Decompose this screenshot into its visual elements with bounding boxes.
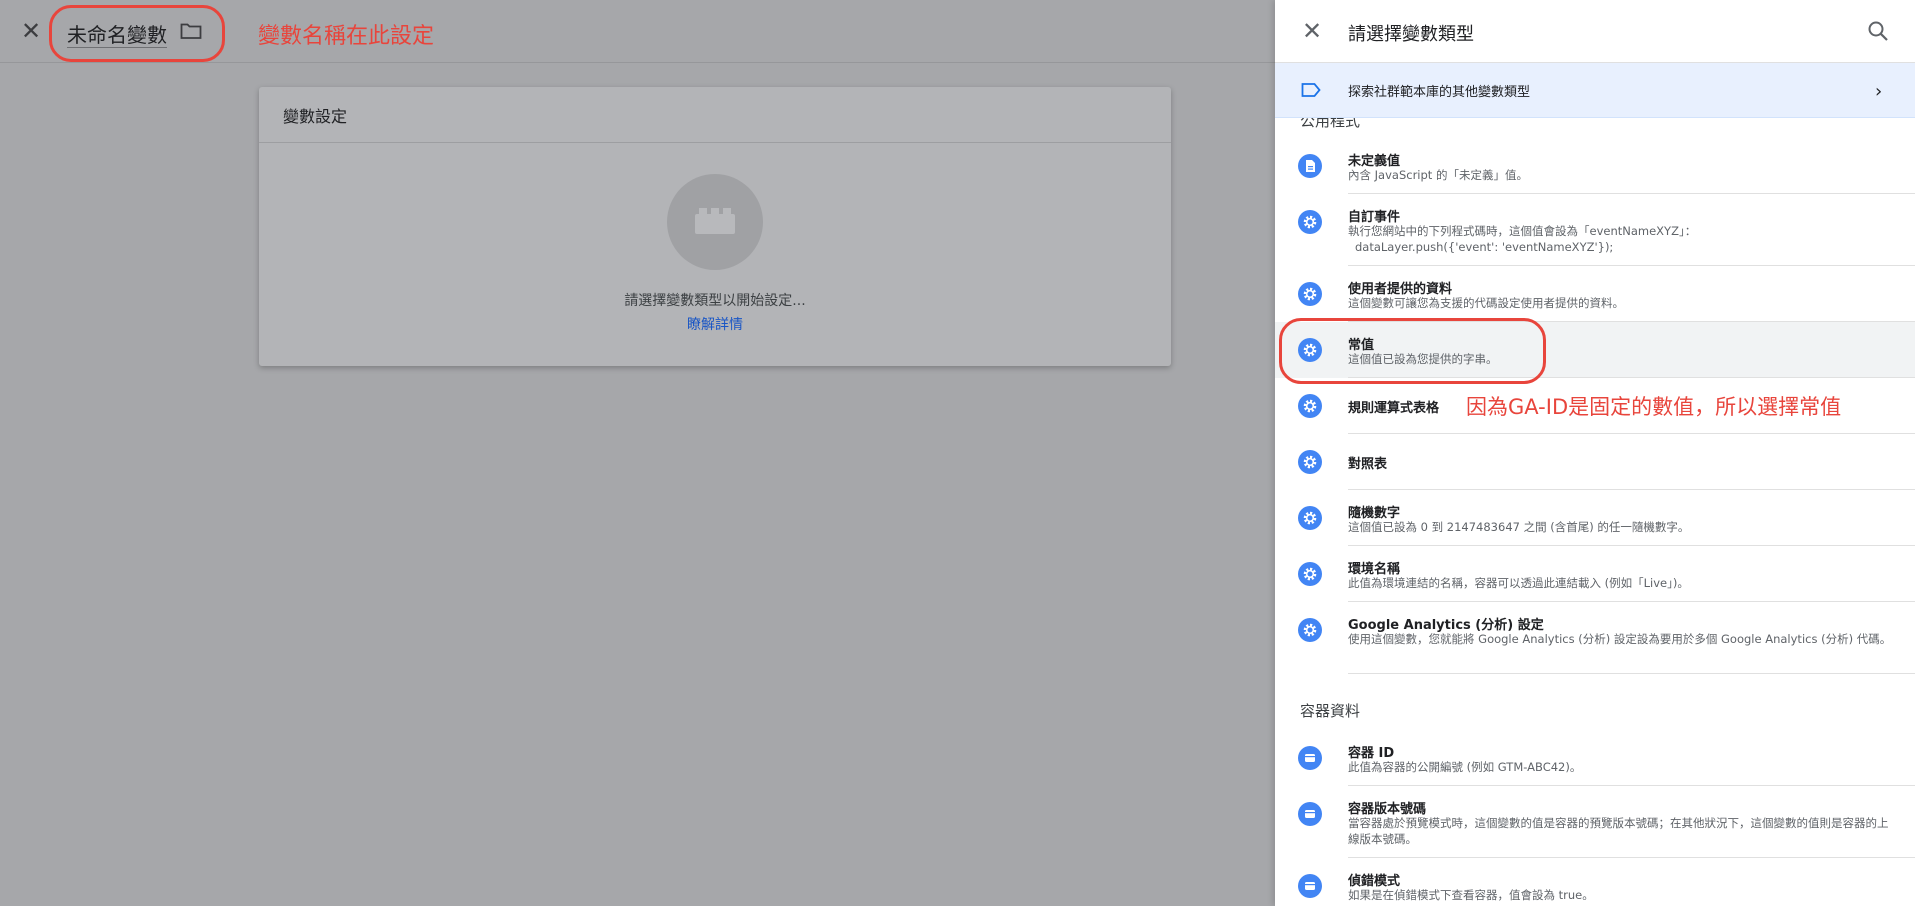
search-icon[interactable] — [1867, 20, 1889, 42]
item-code: dataLayer.push({'event': 'eventNameXYZ'}… — [1355, 240, 1614, 254]
container-icon — [1298, 746, 1322, 770]
item-desc: 使用這個變數，您就能將 Google Analytics (分析) 設定設為要用… — [1348, 632, 1892, 646]
gear-icon — [1298, 210, 1322, 234]
community-label: 探索社群範本庫的其他變數類型 — [1348, 85, 1531, 100]
learn-more-link[interactable]: 瞭解詳情 — [259, 314, 1171, 334]
variable-config-card[interactable]: 變數設定 請選擇變數類型以開始設定... 瞭解詳情 — [259, 87, 1171, 366]
item-desc: 執行您網站中的下列程式碼時，這個值會設為「eventNameXYZ」： — [1348, 224, 1697, 238]
list-item-container-version[interactable]: 容器版本號碼 當容器處於預覽模式時，這個變數的值是容器的預覽版本號碼；在其他狀況… — [1275, 786, 1915, 858]
item-desc: 這個變數可讓您為支援的代碼設定使用者提供的資料。 — [1348, 296, 1624, 310]
annotation-constant-note: 因為GA-ID是固定的數值，所以選擇常值 — [1466, 395, 1842, 419]
section-title-container-data: 容器資料 — [1300, 702, 1361, 720]
variable-type-panel: ✕ 請選擇變數類型 探索社群範本庫的其他變數類型 › 公用程式 未定義值 內含 … — [1275, 0, 1915, 906]
card-message: 請選擇變數類型以開始設定... — [624, 293, 806, 309]
gear-icon — [1298, 282, 1322, 306]
annotation-name-note: 變數名稱在此設定 — [258, 24, 435, 49]
list-item-lookup-table[interactable]: 對照表 — [1275, 434, 1915, 490]
card-divider — [259, 142, 1171, 143]
list-item-custom-event[interactable]: 自訂事件 執行您網站中的下列程式碼時，這個值會設為「eventNameXYZ」：… — [1275, 194, 1915, 266]
annotation-circle-constant — [1279, 318, 1546, 384]
container-icon — [1298, 802, 1322, 826]
document-icon — [1298, 154, 1322, 178]
gear-icon — [1298, 394, 1322, 418]
item-desc: 此值為容器的公開編號 (例如 GTM-ABC42)。 — [1348, 760, 1582, 774]
list-item-environment-name[interactable]: 環境名稱 此值為環境連結的名稱，容器可以透過此連結載入 (例如「Live」)。 — [1275, 546, 1915, 602]
list-item-user-provided-data[interactable]: 使用者提供的資料 這個變數可讓您為支援的代碼設定使用者提供的資料。 — [1275, 266, 1915, 322]
list-item-random-number[interactable]: 隨機數字 這個值已設為 0 到 2147483647 之間 (含首尾) 的任一隨… — [1275, 490, 1915, 546]
list-item-container-id[interactable]: 容器 ID 此值為容器的公開編號 (例如 GTM-ABC42)。 — [1275, 730, 1915, 786]
chevron-right-icon: › — [1875, 81, 1883, 102]
list-item-debug-mode[interactable]: 偵錯模式 如果是在偵錯模式下查看容器，值會設為 true。 — [1275, 858, 1915, 906]
community-gallery-link[interactable]: 探索社群範本庫的其他變數類型 › — [1275, 63, 1915, 118]
item-desc: 此值為環境連結的名稱，容器可以透過此連結載入 (例如「Live」)。 — [1348, 576, 1689, 590]
list-item-undefined-value[interactable]: 未定義值 內含 JavaScript 的「未定義」值。 — [1275, 138, 1915, 194]
gear-icon — [1298, 562, 1322, 586]
annotation-circle-name — [49, 5, 225, 62]
card-title: 變數設定 — [283, 107, 348, 126]
container-icon — [1298, 874, 1322, 898]
item-desc: 內含 JavaScript 的「未定義」值。 — [1348, 168, 1528, 182]
close-icon[interactable]: ✕ — [18, 18, 44, 44]
item-desc: 這個值已設為 0 到 2147483647 之間 (含首尾) 的任一隨機數字。 — [1348, 520, 1690, 534]
divider — [1348, 673, 1915, 674]
close-icon[interactable]: ✕ — [1299, 18, 1325, 44]
item-desc: 當容器處於預覽模式時，這個變數的值是容器的預覽版本號碼；在其他狀況下，這個變數的… — [1348, 816, 1889, 846]
item-title: 對照表 — [1348, 457, 1388, 472]
block-icon — [667, 174, 763, 270]
gear-icon — [1298, 506, 1322, 530]
item-desc: 如果是在偵錯模式下查看容器，值會設為 true。 — [1348, 888, 1594, 902]
item-title: 規則運算式表格 — [1348, 401, 1440, 416]
gear-icon — [1298, 450, 1322, 474]
gear-icon — [1298, 618, 1322, 642]
list-item-google-analytics-settings[interactable]: Google Analytics (分析) 設定 使用這個變數，您就能將 Goo… — [1275, 602, 1915, 674]
panel-title: 請選擇變數類型 — [1348, 24, 1474, 45]
tag-icon — [1301, 83, 1321, 97]
panel-header: ✕ 請選擇變數類型 — [1275, 0, 1915, 63]
